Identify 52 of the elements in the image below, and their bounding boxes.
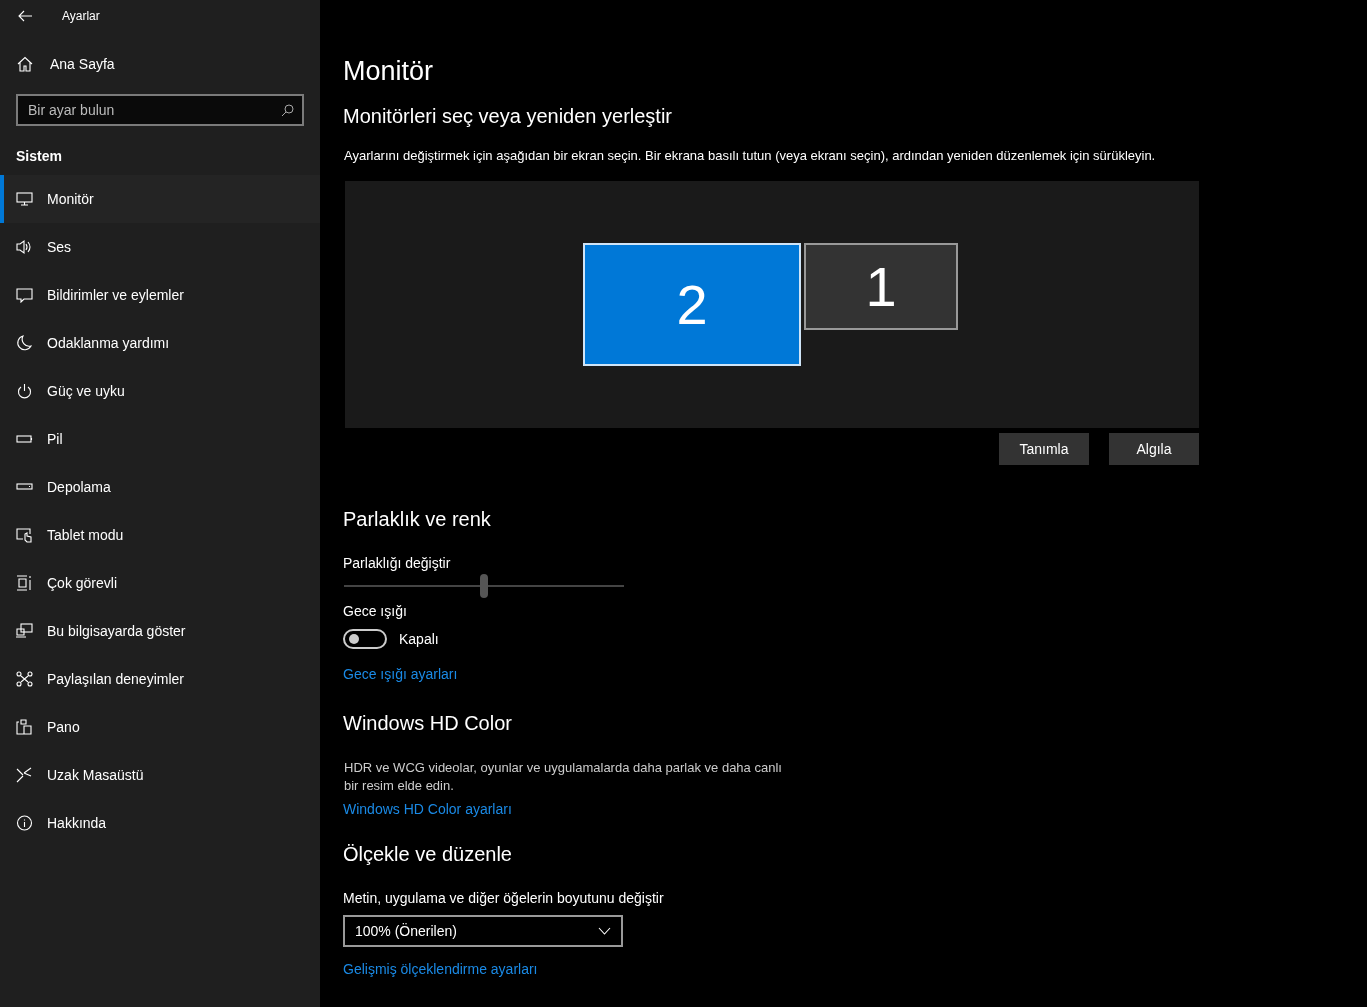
settings-link[interactable]: Gece ışığı ayarları — [343, 666, 458, 682]
message-icon — [16, 287, 33, 303]
description-text: Ayarlarını değiştirmek için aşağıdan bir ekran seçin. Bir ekrana basılı tutun (veya ekranı seçin), ardından yeniden düzenlemek için sürükleyin. — [344, 148, 1156, 163]
sidebar-item[interactable]: Monitör — [0, 175, 320, 223]
speaker-icon — [16, 239, 33, 255]
section-heading: Sistem — [16, 148, 62, 164]
toggle-state-text: Kapalı — [399, 631, 439, 647]
sidebar-item[interactable]: Güç ve uyku — [0, 367, 320, 415]
settings-link[interactable]: Windows HD Color ayarları — [343, 801, 512, 817]
display-tile[interactable]: 1 — [804, 243, 958, 330]
back-arrow-icon[interactable] — [18, 10, 32, 22]
sidebar-item[interactable]: Paylaşılan deneyimler — [0, 655, 320, 703]
slider-thumb[interactable] — [480, 574, 488, 598]
slider-label: Parlaklığı değiştir — [343, 555, 451, 571]
info-icon — [16, 815, 33, 831]
sidebar-item[interactable]: Odaklanma yardımı — [0, 319, 320, 367]
home-icon — [17, 56, 33, 72]
monitor-icon — [16, 191, 33, 207]
action-button[interactable]: Tanımla — [999, 433, 1089, 465]
search-icon — [281, 104, 294, 117]
display-tile[interactable]: 2 — [583, 243, 801, 366]
chevron-down-icon — [598, 927, 611, 935]
action-button[interactable]: Algıla — [1109, 433, 1199, 465]
clipboard-icon — [16, 719, 33, 735]
sidebar-item[interactable]: Pil — [0, 415, 320, 463]
description-text: HDR ve WCG videolar, oyunlar ve uygulamalarda daha parlak ve daha canlı bir resim elde edin. — [344, 759, 783, 795]
sidebar-item[interactable]: Hakkında — [0, 799, 320, 847]
sidebar-item[interactable]: Bu bilgisayarda göster — [0, 607, 320, 655]
power-icon — [16, 383, 33, 399]
sidebar-item[interactable]: Tablet modu — [0, 511, 320, 559]
settings-link[interactable]: Gelişmiş ölçeklendirme ayarları — [343, 961, 538, 977]
toggle-label: Gece ışığı — [343, 603, 407, 619]
sidebar-item[interactable]: Bildirimler ve eylemler — [0, 271, 320, 319]
sidebar-item[interactable]: Pano — [0, 703, 320, 751]
sidebar-item[interactable]: Uzak Masaüstü — [0, 751, 320, 799]
page-title: Monitör — [343, 56, 434, 87]
home-link[interactable]: Ana Sayfa — [17, 56, 115, 72]
brightness-slider[interactable] — [344, 574, 624, 598]
tablet-icon — [16, 527, 33, 543]
sidebar-item[interactable]: Depolama — [0, 463, 320, 511]
toggle-switch[interactable] — [343, 629, 387, 649]
section-heading: Windows HD Color — [343, 712, 512, 735]
section-heading: Ölçekle ve düzenle — [343, 843, 512, 866]
dropdown-label: Metin, uygulama ve diğer öğelerin boyutunu değiştir — [343, 890, 664, 906]
section-heading: Monitörleri seç veya yeniden yerleştir — [343, 105, 673, 128]
sidebar-item[interactable]: Ses — [0, 223, 320, 271]
search-field[interactable]: Bir ayar bulun — [16, 94, 304, 126]
sidebar-item[interactable]: Çok görevli — [0, 559, 320, 607]
section-heading: Parlaklık ve renk — [343, 508, 491, 531]
window-title: Ayarlar — [62, 9, 100, 23]
scale-dropdown[interactable]: 100% (Önerilen) — [343, 915, 623, 947]
moon-icon — [16, 335, 33, 351]
